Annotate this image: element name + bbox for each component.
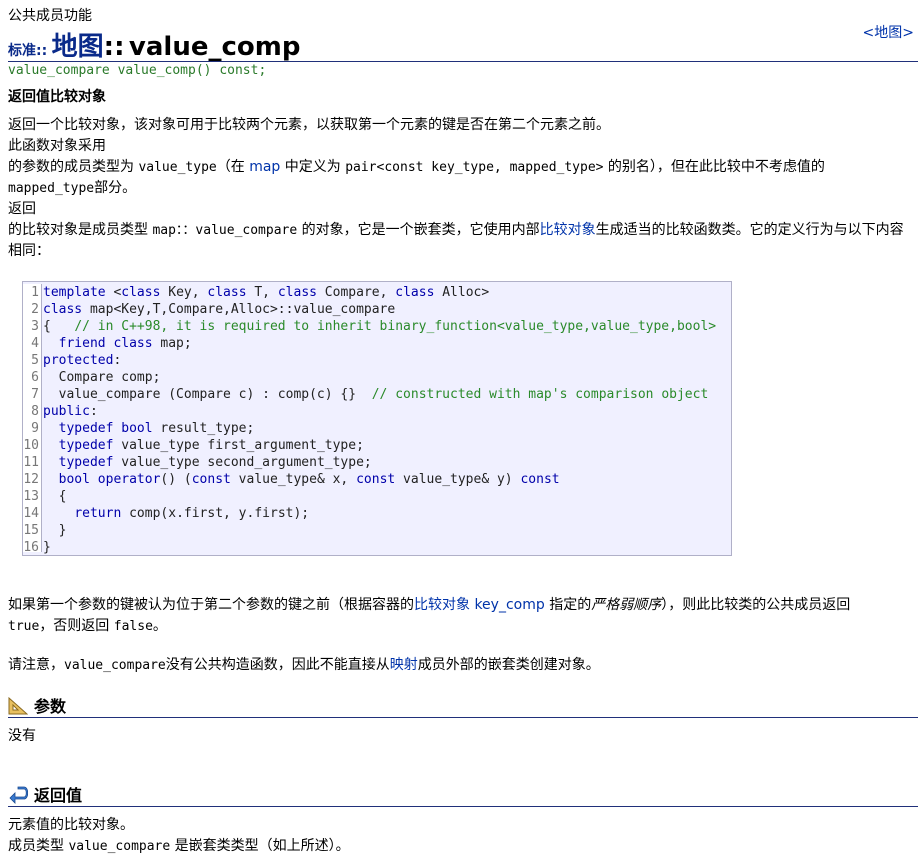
code-line: bool operator() (const value_type& x, co… — [58, 472, 560, 487]
line-number: 1 — [31, 285, 39, 300]
text: 部分。 — [94, 180, 137, 196]
title-separator: :: — [103, 32, 125, 62]
return-line1: 元素值的比较对象。 — [8, 817, 134, 833]
summary-heading: 返回值比较对象 — [8, 89, 106, 105]
return-heading: 返回值 — [8, 782, 82, 808]
code-value-compare-2: value_compare — [64, 658, 166, 673]
line-number: 4 — [31, 336, 39, 351]
text: （在 — [216, 159, 250, 175]
title-member: value_comp — [128, 32, 301, 62]
text: 请注意， — [8, 657, 64, 673]
map-ref-link[interactable]: map — [249, 159, 280, 175]
para5: 请注意，value_compare没有公共构造函数，因此不能直接从映射成员外部的… — [8, 655, 916, 676]
para2-line1: 此函数对象采用 — [8, 138, 106, 154]
line-number: 8 — [31, 404, 39, 419]
title-namespace: 标准:: — [8, 43, 48, 59]
code-line: } — [43, 540, 51, 555]
line-number: 2 — [31, 302, 39, 317]
code-true: true — [8, 619, 40, 634]
text: 没有公共构造函数，因此不能直接从 — [165, 657, 390, 673]
code-line: typedef value_type first_argument_type; — [58, 438, 364, 453]
line-number: 15 — [23, 523, 39, 538]
return-heading-text: 返回值 — [34, 786, 83, 805]
page-title: 标准:: 地图:: value_comp — [8, 26, 300, 63]
line-number: 13 — [23, 489, 39, 504]
line-number: 14 — [23, 506, 39, 521]
line-number: 5 — [31, 353, 39, 368]
code-line: class map<Key,T,Compare,Alloc>::value_co… — [43, 302, 396, 317]
code-line: value_compare (Compare c) : comp(c) {} /… — [43, 387, 709, 402]
para2-line3: mapped_type部分。 — [8, 178, 916, 199]
compare-object-link[interactable]: 比较对象 — [540, 222, 596, 238]
text: 成员外部的嵌套类创建对象。 — [417, 657, 600, 673]
params-heading-text: 参数 — [34, 697, 67, 716]
line-number: 10 — [23, 438, 39, 453]
code-false: false — [113, 619, 153, 634]
para2-line2: 的参数的成员类型为 value_type（在 map 中定义为 pair<con… — [8, 157, 916, 178]
text: 指定的 — [544, 597, 592, 613]
code-mapped-type: mapped_type — [8, 181, 95, 196]
code-line: { — [43, 489, 67, 504]
code-lines: template <class Key, class T, class Comp… — [43, 284, 716, 556]
code-line: friend class map; — [58, 336, 192, 351]
line-number: 6 — [31, 370, 39, 385]
text: 。 — [152, 618, 167, 634]
code-line: template <class Key, class T, class Comp… — [43, 285, 490, 300]
code-line: typedef value_type second_argument_type; — [58, 455, 372, 470]
line-number: 11 — [23, 455, 39, 470]
line-number: 9 — [31, 421, 39, 436]
return-line2: 成员类型 value_compare 是嵌套类类型（如上所述）。 — [8, 836, 916, 857]
text: ，否则返回 — [39, 618, 114, 634]
set-square-icon — [8, 696, 29, 719]
description: 返回一个比较对象，该对象可用于比较两个元素，以获取第一个元素的键是否在第二个元素… — [8, 115, 916, 262]
line-number: 3 — [31, 319, 39, 334]
return-arrow-icon — [8, 786, 29, 808]
code-value-type: value_type — [138, 160, 217, 175]
code-line: } — [43, 523, 67, 538]
text: 中定义为 — [280, 159, 346, 175]
code-line: typedef bool result_type; — [58, 421, 255, 436]
map-link[interactable]: <地图> — [863, 22, 914, 42]
code-value-compare: map：：value_compare — [152, 223, 298, 238]
params-rule — [8, 717, 918, 718]
compare-object-link-2[interactable]: 比较对象 — [414, 597, 470, 613]
code-pair: pair<const key_type, mapped_type> — [345, 160, 604, 175]
para4: 如果第一个参数的键被认为位于第二个参数的键之前（根据容器的比较对象 key_co… — [8, 595, 916, 637]
code-line: return comp(x.first, y.first); — [74, 506, 310, 521]
prototype: value_compare value_comp() const; — [8, 63, 267, 78]
code-example: 1 2 3 4 5 6 7 8 9 10 11 12 13 14 15 16 template <class … — [22, 281, 732, 556]
text: 是嵌套类类型（如上所述）。 — [170, 838, 350, 854]
code-value-compare-3: value_compare — [68, 839, 171, 854]
map-member-link[interactable]: 映射 — [390, 657, 418, 673]
params-text: 没有 — [8, 728, 36, 744]
return-rule — [8, 806, 918, 807]
text: 的比较对象是成员类型 — [8, 222, 153, 238]
title-class: 地图 — [51, 32, 104, 62]
code-line: Compare comp; — [43, 370, 161, 385]
strict-weak-ordering: 严格弱顺序 — [591, 597, 662, 613]
line-number: 12 — [23, 472, 39, 487]
code-line: protected: — [43, 353, 122, 368]
text: 的别名），但在此比较中不考虑值的 — [603, 159, 825, 175]
para1: 返回一个比较对象，该对象可用于比较两个元素，以获取第一个元素的键是否在第二个元素… — [8, 117, 610, 133]
text: 的对象，它是一个嵌套类，它使用内部 — [297, 222, 540, 238]
params-heading: 参数 — [8, 693, 66, 719]
text: 的参数的成员类型为 — [8, 159, 139, 175]
code-line: { // in C++98, it is required to inherit… — [43, 319, 717, 334]
line-number: 16 — [23, 540, 39, 555]
para3: 的比较对象是成员类型 map：：value_compare 的对象，它是一个嵌套… — [8, 220, 916, 262]
line-numbers: 1 2 3 4 5 6 7 8 9 10 11 12 13 14 15 16 — [23, 284, 42, 555]
text: 如果第一个参数的键被认为位于第二个参数的键之前（根据容器的 — [8, 597, 414, 613]
text: ），则此比较类的公共成员返回 — [661, 597, 851, 613]
line-number: 7 — [31, 387, 39, 402]
text: 成员类型 — [8, 838, 69, 854]
return-text: 元素值的比较对象。 成员类型 value_compare 是嵌套类类型（如上所述… — [8, 815, 916, 857]
breadcrumb: 公共成员功能 — [8, 8, 92, 24]
title-rule — [8, 61, 918, 62]
key-comp-link[interactable]: key_comp — [474, 597, 544, 613]
code-line: public: — [43, 404, 98, 419]
para3-line1: 返回 — [8, 201, 36, 217]
